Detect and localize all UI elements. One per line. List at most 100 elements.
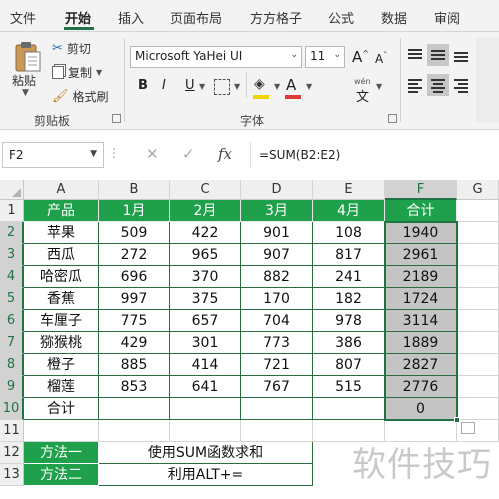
row-header-4[interactable]: 4 — [0, 266, 24, 288]
table-cell[interactable]: 773 — [241, 332, 313, 354]
table-cell[interactable]: 901 — [241, 222, 313, 244]
align-top-icon[interactable] — [404, 44, 426, 66]
table-cell[interactable]: 386 — [313, 332, 385, 354]
method-label-cell[interactable]: 方法二 — [24, 464, 99, 486]
wrap-merge-partial[interactable] — [476, 38, 499, 122]
table-cell[interactable]: 704 — [241, 310, 313, 332]
font-color-dropdown-icon[interactable]: ▼ — [306, 82, 312, 91]
table-cell[interactable]: 853 — [99, 376, 170, 398]
align-middle-icon[interactable] — [427, 44, 449, 66]
row-header-10[interactable]: 10 — [0, 398, 24, 420]
row-header-13[interactable]: 13 — [0, 464, 24, 486]
table-cell[interactable]: 885 — [99, 354, 170, 376]
font-launcher-icon[interactable] — [388, 114, 397, 123]
table-cell[interactable]: 807 — [313, 354, 385, 376]
tab-home[interactable]: 开始 — [65, 8, 91, 27]
column-header-G[interactable]: G — [457, 180, 499, 200]
table-cell[interactable]: 苹果 — [24, 222, 99, 244]
tab-formulas[interactable]: 公式 — [328, 8, 354, 27]
row-header-9[interactable]: 9 — [0, 376, 24, 398]
table-cell[interactable]: 西瓜 — [24, 244, 99, 266]
table-cell[interactable]: 272 — [99, 244, 170, 266]
total-cell[interactable]: 3114 — [385, 310, 457, 332]
bold-button[interactable]: B — [138, 78, 148, 93]
clipboard-launcher-icon[interactable] — [112, 114, 121, 123]
tab-data[interactable]: 数据 — [381, 8, 407, 27]
phonetic-dropdown-icon[interactable]: ▼ — [376, 82, 382, 91]
borders-icon[interactable] — [214, 79, 230, 95]
table-cell[interactable]: 515 — [313, 376, 385, 398]
empty-cell[interactable] — [457, 200, 499, 222]
column-header-B[interactable]: B — [99, 180, 170, 200]
borders-dropdown-icon[interactable]: ▼ — [234, 82, 240, 91]
underline-dropdown-icon[interactable]: ▼ — [199, 82, 205, 91]
table-cell[interactable] — [170, 398, 241, 420]
table-cell[interactable]: 997 — [99, 288, 170, 310]
table-cell[interactable]: 108 — [313, 222, 385, 244]
table-cell[interactable]: 橙子 — [24, 354, 99, 376]
column-header-A[interactable]: A — [24, 180, 99, 200]
phonetic-guide-button[interactable]: 文 — [356, 86, 369, 105]
table-cell[interactable]: 香蕉 — [24, 288, 99, 310]
table-cell[interactable]: 978 — [313, 310, 385, 332]
align-center-icon[interactable] — [427, 74, 449, 96]
table-cell[interactable]: 414 — [170, 354, 241, 376]
row-header-8[interactable]: 8 — [0, 354, 24, 376]
total-cell[interactable]: 0 — [385, 398, 457, 420]
fill-handle[interactable] — [454, 417, 460, 423]
total-cell[interactable]: 2776 — [385, 376, 457, 398]
table-cell[interactable]: 767 — [241, 376, 313, 398]
column-header-E[interactable]: E — [313, 180, 385, 200]
font-size-select[interactable]: 11 ⌄ — [305, 46, 345, 68]
row-header-11[interactable]: 11 — [0, 420, 24, 442]
table-cell[interactable]: 猕猴桃 — [24, 332, 99, 354]
select-all-button[interactable] — [0, 180, 24, 200]
grow-font-button[interactable]: A^ — [352, 48, 369, 66]
tab-fangfang[interactable]: 方方格子 — [250, 8, 302, 27]
table-header-cell[interactable]: 产品 — [24, 200, 99, 222]
row-header-1[interactable]: 1 — [0, 200, 24, 222]
font-color-button[interactable]: A — [286, 76, 296, 94]
total-cell[interactable]: 2827 — [385, 354, 457, 376]
shrink-font-button[interactable]: Aˇ — [375, 51, 387, 66]
table-cell[interactable] — [241, 398, 313, 420]
table-cell[interactable]: 370 — [170, 266, 241, 288]
table-header-cell[interactable]: 4月 — [313, 200, 385, 222]
table-cell[interactable]: 721 — [241, 354, 313, 376]
table-cell[interactable]: 696 — [99, 266, 170, 288]
table-cell[interactable]: 榴莲 — [24, 376, 99, 398]
empty-cell[interactable] — [457, 310, 499, 332]
row-header-7[interactable]: 7 — [0, 332, 24, 354]
row-header-5[interactable]: 5 — [0, 288, 24, 310]
paste-dropdown-icon[interactable]: ▼ — [22, 88, 29, 98]
column-header-F[interactable]: F — [385, 180, 457, 200]
cancel-icon[interactable]: ✕ — [146, 145, 159, 163]
total-cell[interactable]: 1724 — [385, 288, 457, 310]
empty-cell[interactable] — [99, 420, 170, 442]
italic-button[interactable]: I — [162, 78, 166, 93]
empty-cell[interactable] — [457, 288, 499, 310]
table-cell[interactable]: 哈密瓜 — [24, 266, 99, 288]
row-header-6[interactable]: 6 — [0, 310, 24, 332]
cut-button[interactable]: ✂ 剪切 — [52, 40, 91, 57]
table-cell[interactable]: 657 — [170, 310, 241, 332]
row-header-3[interactable]: 3 — [0, 244, 24, 266]
table-cell[interactable]: 965 — [170, 244, 241, 266]
empty-cell[interactable] — [457, 244, 499, 266]
align-left-icon[interactable] — [404, 74, 426, 96]
empty-cell[interactable] — [457, 266, 499, 288]
table-header-cell[interactable]: 1月 — [99, 200, 170, 222]
align-bottom-icon[interactable] — [450, 44, 472, 66]
align-right-icon[interactable] — [450, 74, 472, 96]
column-header-D[interactable]: D — [241, 180, 313, 200]
method-text-cell[interactable]: 利用ALT+= — [99, 464, 313, 486]
table-cell[interactable]: 375 — [170, 288, 241, 310]
total-cell[interactable]: 2961 — [385, 244, 457, 266]
table-cell[interactable]: 641 — [170, 376, 241, 398]
table-cell[interactable]: 182 — [313, 288, 385, 310]
total-cell[interactable]: 1940 — [385, 222, 457, 244]
empty-cell[interactable] — [457, 376, 499, 398]
paste-button[interactable]: 粘贴 — [12, 72, 36, 89]
tab-file[interactable]: 文件 — [10, 8, 36, 27]
table-cell[interactable]: 301 — [170, 332, 241, 354]
